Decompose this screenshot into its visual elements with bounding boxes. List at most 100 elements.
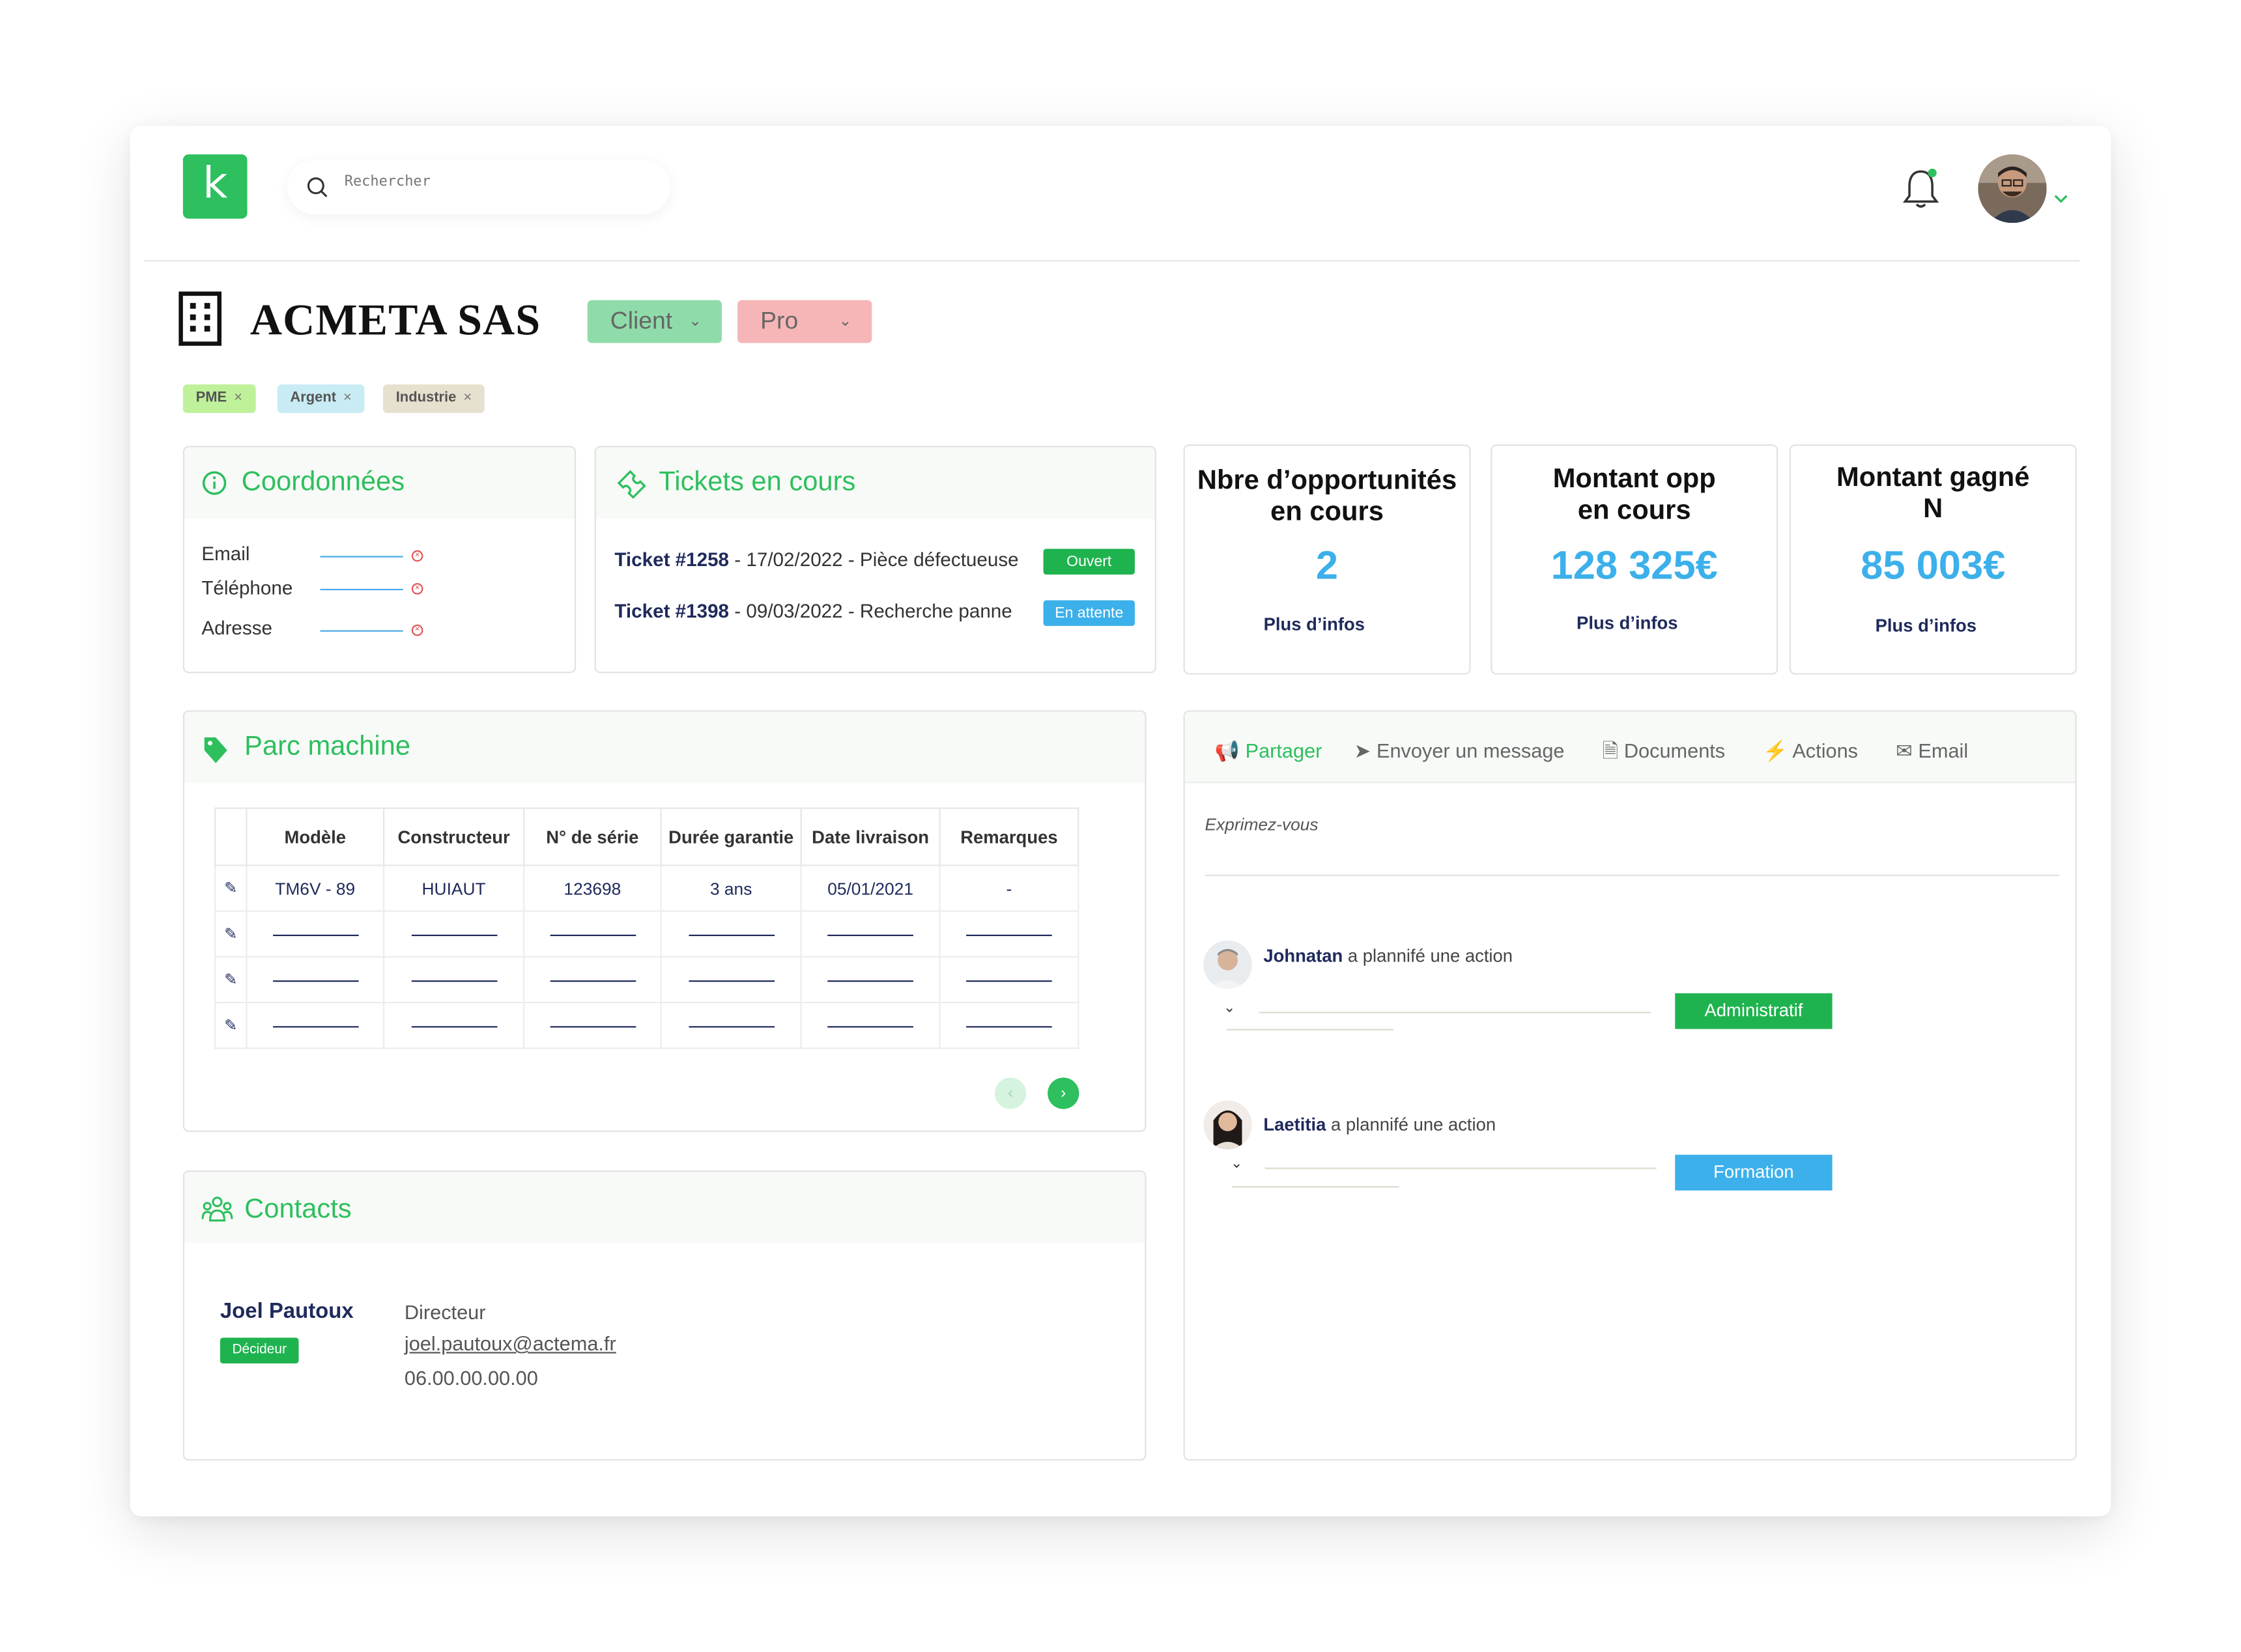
stat-card-montant-opp: Montant opp en cours 128 325€ Plus d’info… [1491, 444, 1778, 675]
empty-cell-line[interactable] [660, 910, 802, 958]
table-cell: 123698 [522, 864, 662, 912]
feed-entry-text: Johnatan a plannifé une action [1263, 946, 1513, 966]
action-tag-formation[interactable]: Formation [1675, 1154, 1833, 1191]
contacts-card: Contacts Joel Pautoux Décideur Directeur… [182, 1170, 1147, 1461]
empty-cell-line[interactable] [246, 910, 385, 958]
notification-bell-icon[interactable] [1900, 165, 1943, 218]
tag-label: PME [195, 390, 227, 406]
empty-cell-line[interactable] [939, 1001, 1079, 1049]
telephone-field[interactable] [320, 588, 403, 591]
table-cell: HUIAUT [382, 864, 525, 912]
compose-input[interactable]: Exprimez-vous [1205, 815, 1318, 835]
search-input[interactable] [344, 174, 645, 190]
empty-cell-line[interactable] [382, 1001, 525, 1049]
client-type-label: Client [610, 307, 673, 335]
user-avatar[interactable] [1978, 154, 2047, 223]
ticket-item[interactable]: Ticket #1258 - 17/02/2022 - Pièce défect… [614, 548, 1018, 570]
empty-cell-line[interactable] [522, 956, 662, 1004]
empty-cell-line[interactable] [939, 956, 1079, 1004]
app-logo[interactable]: k [182, 154, 248, 219]
empty-cell-line[interactable] [939, 910, 1079, 958]
segment-dropdown[interactable]: Pro ⌄ [737, 300, 872, 343]
avatar[interactable] [1203, 1100, 1252, 1149]
contacts-group-icon [201, 1196, 233, 1222]
table-row[interactable]: ✎ [214, 910, 1079, 958]
feed-line [1264, 1167, 1657, 1169]
stat-value: 2 [1315, 543, 1339, 588]
contact-role: Directeur [404, 1300, 486, 1324]
table-row[interactable]: ✎ TM6V - 89 HUIAUT 123698 3 ans 05/01/20… [214, 864, 1079, 912]
empty-cell-line[interactable] [382, 910, 525, 958]
tab-envoyer-message[interactable]: ➤ Envoyer un message [1354, 739, 1565, 762]
remove-tag-icon[interactable]: × [343, 390, 352, 406]
tag-argent[interactable]: Argent × [277, 384, 365, 414]
column-header: Durée garantie [660, 807, 802, 866]
tab-email[interactable]: ✉ Email [1896, 739, 1968, 762]
more-info-link[interactable]: Plus d’infos [1185, 614, 1457, 634]
contact-name[interactable]: Joel Pautoux [220, 1299, 354, 1323]
empty-cell-line[interactable] [246, 1001, 385, 1049]
remove-tag-icon[interactable]: × [234, 390, 242, 406]
tab-documents[interactable]: 🗎 Documents [1603, 739, 1726, 762]
info-icon [202, 471, 227, 495]
stat-value: 85 003€ [1861, 543, 2006, 588]
empty-cell-line[interactable] [800, 956, 941, 1004]
feed-line [1226, 1029, 1394, 1031]
user-menu-chevron-icon[interactable] [2052, 186, 2069, 211]
edit-pencil-icon[interactable]: ✎ [214, 864, 248, 912]
empty-cell-line[interactable] [800, 910, 941, 958]
column-header: Date livraison [800, 807, 941, 866]
edit-pencil-icon[interactable]: ✎ [214, 1001, 248, 1049]
more-info-link[interactable]: Plus d’infos [1492, 613, 1769, 633]
clear-adresse-icon[interactable]: × [411, 624, 423, 636]
column-header: N° de série [522, 807, 662, 866]
company-name: ACMETA SAS [250, 294, 541, 345]
feed-user[interactable]: Johnatan [1263, 946, 1343, 966]
edit-pencil-icon[interactable]: ✎ [214, 910, 248, 958]
empty-cell-line[interactable] [522, 910, 662, 958]
tag-pme[interactable]: PME × [182, 384, 255, 414]
table-row[interactable]: ✎ [214, 956, 1079, 1004]
table-cell: 3 ans [660, 864, 802, 912]
tab-label: Documents [1623, 739, 1726, 762]
empty-cell-line[interactable] [522, 1001, 662, 1049]
ticket-detail: - 17/02/2022 - Pièce défectueuse [729, 548, 1019, 571]
adresse-field[interactable] [320, 630, 403, 632]
expand-chevron-icon[interactable]: ⌄ [1223, 1001, 1235, 1016]
document-icon: 🗎 [1602, 739, 1619, 762]
compose-divider [1205, 874, 2060, 876]
table-cell: 05/01/2021 [800, 864, 941, 912]
feed-action: a plannifé une action [1326, 1115, 1496, 1135]
more-info-link[interactable]: Plus d’infos [1791, 616, 2068, 636]
search-bar[interactable] [287, 160, 670, 215]
avatar[interactable] [1203, 940, 1252, 990]
feed-user[interactable]: Laetitia [1263, 1115, 1326, 1135]
edit-pencil-icon[interactable]: ✎ [214, 956, 248, 1004]
expand-chevron-icon[interactable]: ⌄ [1231, 1156, 1242, 1172]
contact-email-link[interactable]: joel.pautoux@actema.fr [405, 1332, 616, 1355]
column-header: Constructeur [382, 807, 525, 866]
empty-cell-line[interactable] [660, 1001, 802, 1049]
tag-industrie[interactable]: Industrie × [382, 384, 485, 414]
remove-tag-icon[interactable]: × [463, 390, 472, 406]
clear-email-icon[interactable]: × [411, 550, 423, 562]
stat-title-line2: en cours [1577, 496, 1691, 526]
chevron-down-icon: ⌄ [838, 313, 852, 330]
client-type-dropdown[interactable]: Client ⌄ [587, 300, 722, 343]
empty-cell-line[interactable] [800, 1001, 941, 1049]
prev-page-button[interactable]: ‹ [994, 1077, 1027, 1109]
next-page-button[interactable]: › [1048, 1077, 1079, 1109]
table-row[interactable]: ✎ [214, 1001, 1079, 1049]
email-field[interactable] [320, 556, 403, 558]
tab-partager[interactable]: 📢 Partager [1215, 739, 1322, 762]
tab-actions[interactable]: ⚡ Actions [1763, 739, 1858, 762]
empty-cell-line[interactable] [660, 956, 802, 1004]
building-icon [178, 291, 222, 353]
empty-cell-line[interactable] [382, 956, 525, 1004]
empty-cell-line[interactable] [246, 956, 385, 1004]
clear-telephone-icon[interactable]: × [411, 583, 423, 595]
ticket-item[interactable]: Ticket #1398 - 09/03/2022 - Recherche pa… [614, 600, 1012, 621]
stat-title-line1: Montant opp [1552, 464, 1716, 495]
action-tag-administratif[interactable]: Administratif [1675, 993, 1833, 1029]
coordonnees-title: Coordonnées [241, 467, 405, 498]
